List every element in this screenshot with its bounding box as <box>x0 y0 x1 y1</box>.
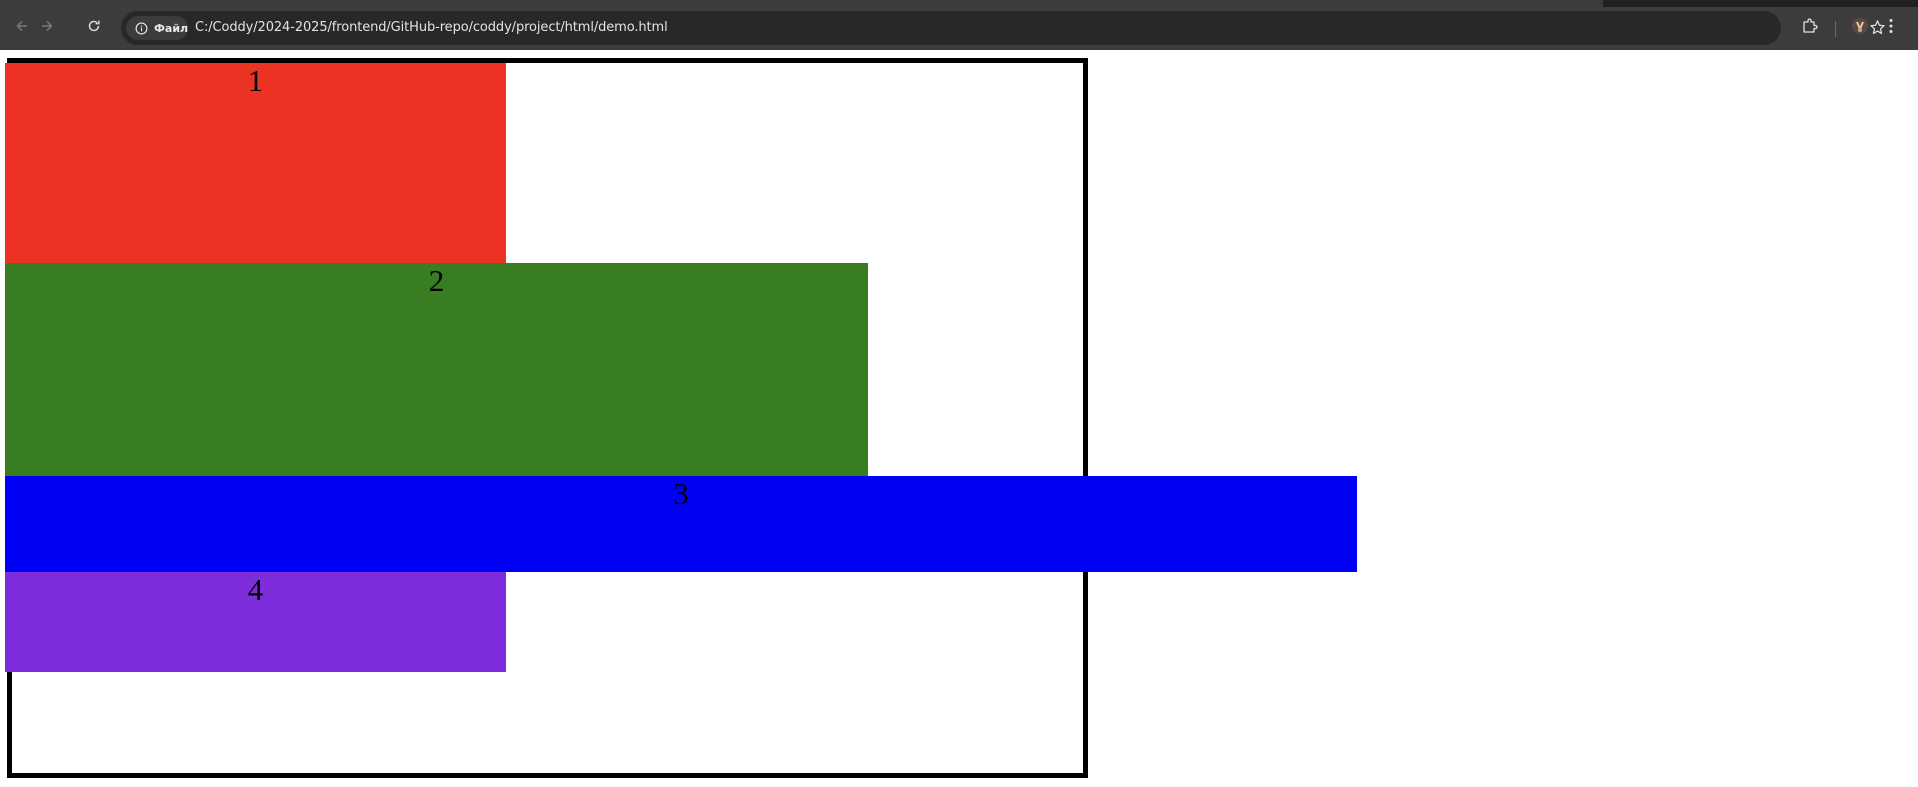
forward-button[interactable] <box>33 14 61 42</box>
kebab-menu-icon <box>1882 17 1900 40</box>
info-icon <box>135 22 148 35</box>
block-2-label: 2 <box>428 263 445 298</box>
active-tab[interactable] <box>0 0 1603 7</box>
block-4-label: 4 <box>247 572 264 607</box>
profile-icon <box>1851 17 1869 40</box>
reload-icon <box>86 18 102 39</box>
block-3-label: 3 <box>673 476 689 511</box>
block-1-label: 1 <box>247 63 264 98</box>
site-chip-label: Файл <box>154 21 189 35</box>
extensions-button[interactable] <box>1799 17 1821 39</box>
back-button[interactable] <box>8 14 36 42</box>
block-1: 1 <box>5 63 506 263</box>
toolbar-divider <box>1835 21 1836 37</box>
address-bar[interactable]: Файл C:/Coddy/2024-2025/frontend/GitHub-… <box>121 11 1885 45</box>
forward-arrow-icon <box>39 18 55 39</box>
reload-button[interactable] <box>80 14 108 42</box>
browser-toolbar: Файл C:/Coddy/2024-2025/frontend/GitHub-… <box>0 7 1918 50</box>
profile-button[interactable] <box>1849 17 1871 39</box>
browser-chrome: Файл C:/Coddy/2024-2025/frontend/GitHub-… <box>0 0 1918 50</box>
extensions-icon <box>1801 17 1819 40</box>
url-text[interactable]: C:/Coddy/2024-2025/frontend/GitHub-repo/… <box>195 20 668 35</box>
block-2: 2 <box>5 263 868 476</box>
block-3: 3 <box>5 476 1357 572</box>
site-info-chip[interactable]: Файл <box>126 16 188 40</box>
back-arrow-icon <box>14 18 30 39</box>
tab-strip <box>0 0 1918 7</box>
menu-button[interactable] <box>1880 17 1902 39</box>
block-4: 4 <box>5 572 506 672</box>
